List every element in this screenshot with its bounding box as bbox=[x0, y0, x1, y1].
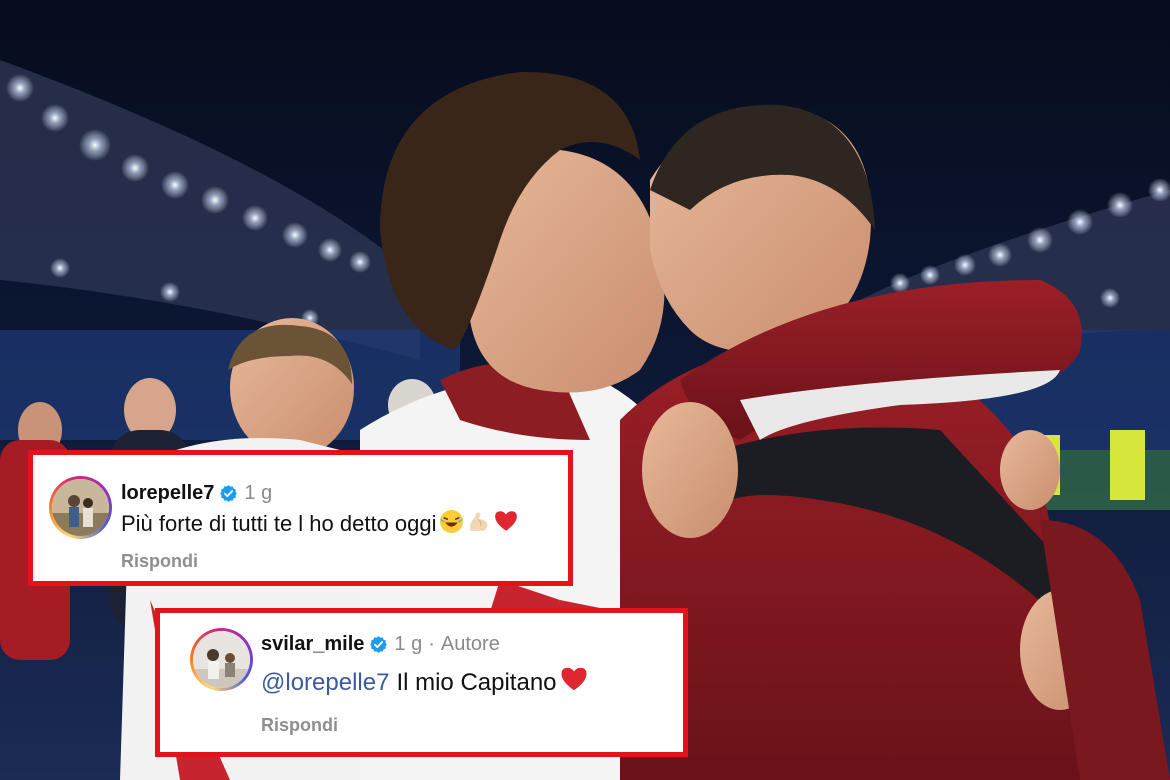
laughing-tears-emoji bbox=[439, 509, 464, 540]
reply-button[interactable]: Rispondi bbox=[121, 551, 198, 572]
red-heart-emoji bbox=[559, 664, 589, 701]
meta-separator: · bbox=[428, 633, 435, 655]
comment-body: Più forte di tutti te l ho detto oggi bbox=[121, 508, 519, 540]
comment-body: @lorepelle7 Il mio Capitano bbox=[261, 664, 589, 701]
comment-card-svilar_mile: svilar_mile 1 g · Autore @lorepelle7 Il … bbox=[155, 608, 688, 757]
comment-time: 1 g bbox=[394, 633, 423, 655]
comment-username[interactable]: svilar_mile bbox=[261, 633, 364, 656]
flexed-biceps-emoji bbox=[466, 509, 491, 540]
verified-badge-icon bbox=[220, 485, 238, 502]
avatar[interactable] bbox=[190, 628, 253, 691]
comment-username[interactable]: lorepelle7 bbox=[121, 482, 214, 505]
comment-time: 1 g bbox=[244, 482, 273, 504]
comment-text: Il mio Capitano bbox=[396, 668, 557, 696]
mention-link[interactable]: @lorepelle7 bbox=[261, 669, 389, 697]
avatar[interactable] bbox=[49, 476, 112, 539]
comment-text: Più forte di tutti te l ho detto oggi bbox=[121, 511, 437, 536]
comment-card-lorepelle7: lorepelle7 1 g Più forte di tutti te l h… bbox=[28, 450, 573, 586]
reply-button[interactable]: Rispondi bbox=[261, 715, 338, 736]
verified-badge-icon bbox=[370, 636, 388, 653]
author-badge: Autore bbox=[440, 633, 500, 655]
red-heart-emoji bbox=[493, 508, 519, 540]
